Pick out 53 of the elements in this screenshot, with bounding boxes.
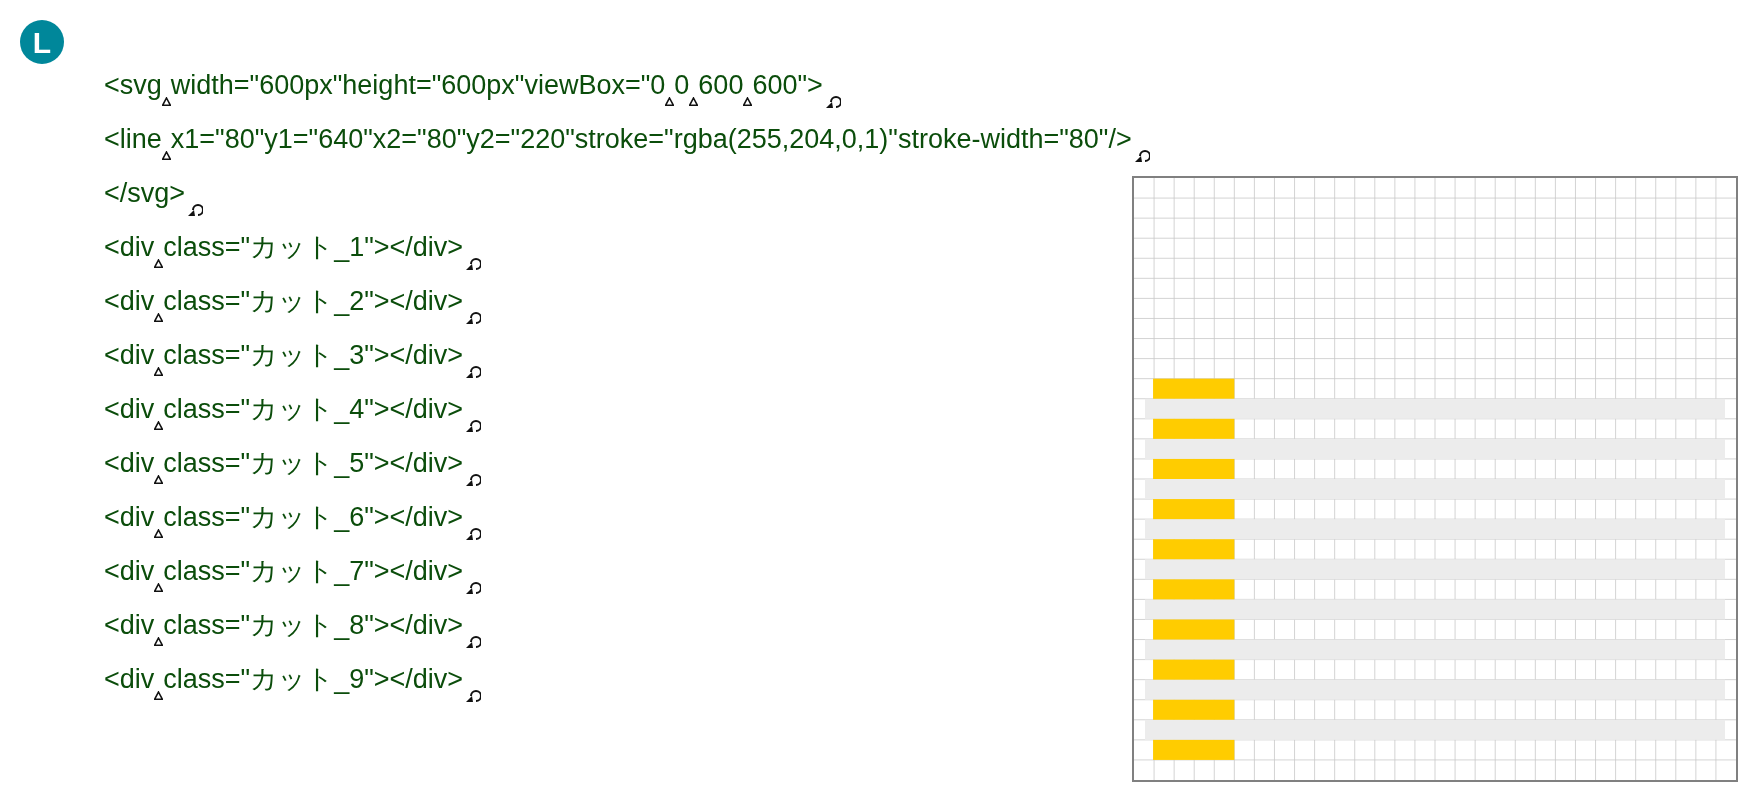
code-text: class="カット_7"></div> bbox=[163, 554, 464, 588]
space-marker-icon bbox=[689, 97, 699, 106]
return-marker-icon bbox=[465, 580, 482, 595]
space-marker-icon bbox=[161, 151, 171, 160]
code-text: <div bbox=[104, 608, 155, 642]
code-text: 600"> bbox=[752, 68, 823, 102]
return-marker-icon bbox=[187, 202, 204, 217]
letter-badge: L bbox=[20, 20, 64, 64]
code-text: <div bbox=[104, 338, 155, 372]
return-marker-icon bbox=[465, 688, 482, 703]
space-marker-icon bbox=[154, 259, 164, 268]
space-marker-icon bbox=[154, 475, 164, 484]
return-marker-icon bbox=[1133, 148, 1150, 163]
code-text: x1="80"y1="640"x2="80"y2="220"stroke="rgba(255,204,0,1)"stroke-width="80"/> bbox=[170, 122, 1132, 156]
return-marker-icon bbox=[465, 526, 482, 541]
return-marker-icon bbox=[465, 256, 482, 271]
code-text: class="カット_8"></div> bbox=[163, 608, 464, 642]
code-text: class="カット_4"></div> bbox=[163, 392, 464, 426]
return-marker-icon bbox=[465, 364, 482, 379]
code-text: <div bbox=[104, 554, 155, 588]
code-text: <div bbox=[104, 662, 155, 696]
space-marker-icon bbox=[743, 97, 753, 106]
code-text: <div bbox=[104, 446, 155, 480]
space-marker-icon bbox=[665, 97, 675, 106]
return-marker-icon bbox=[465, 472, 482, 487]
code-text: <div bbox=[104, 500, 155, 534]
return-marker-icon bbox=[465, 310, 482, 325]
space-marker-icon bbox=[154, 583, 164, 592]
space-marker-icon bbox=[154, 313, 164, 322]
code-text: class="カット_5"></div> bbox=[163, 446, 464, 480]
code-text: 0 bbox=[674, 68, 690, 102]
space-marker-icon bbox=[161, 97, 171, 106]
code-text: <svg bbox=[104, 68, 162, 102]
space-marker-icon bbox=[154, 367, 164, 376]
code-text: <line bbox=[104, 122, 162, 156]
space-marker-icon bbox=[154, 421, 164, 430]
code-text: </svg> bbox=[104, 176, 186, 210]
code-text: class="カット_6"></div> bbox=[163, 500, 464, 534]
return-marker-icon bbox=[824, 94, 841, 109]
code-text: <div bbox=[104, 230, 155, 264]
space-marker-icon bbox=[154, 691, 164, 700]
code-text: class="カット_9"></div> bbox=[163, 662, 464, 696]
code-text: <div bbox=[104, 392, 155, 426]
code-text: <div bbox=[104, 284, 155, 318]
code-text: class="カット_3"></div> bbox=[163, 338, 464, 372]
return-marker-icon bbox=[465, 418, 482, 433]
code-text: width="600px"height="600px"viewBox="0 bbox=[170, 68, 666, 102]
space-marker-icon bbox=[154, 637, 164, 646]
space-marker-icon bbox=[154, 529, 164, 538]
return-marker-icon bbox=[465, 634, 482, 649]
code-text: class="カット_1"></div> bbox=[163, 230, 464, 264]
code-text: 600 bbox=[698, 68, 744, 102]
code-text: class="カット_2"></div> bbox=[163, 284, 464, 318]
